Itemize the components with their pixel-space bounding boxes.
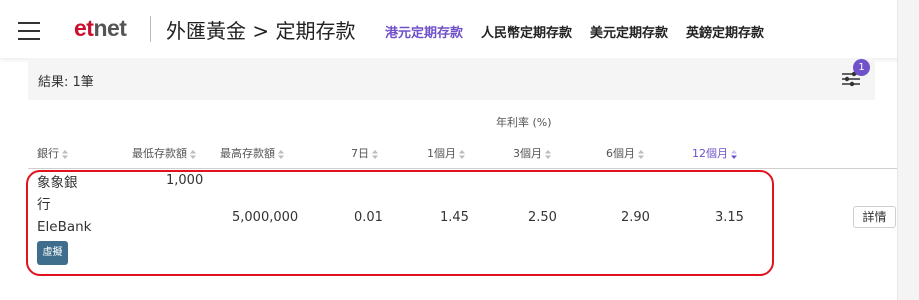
column-header-bank[interactable]: 銀行 (37, 145, 69, 161)
column-header-7-day[interactable]: 7日 (351, 145, 379, 161)
sort-desc-icon (731, 149, 737, 159)
column-header-label: 1個月 (427, 147, 456, 160)
logo-et: et (74, 15, 94, 41)
column-header-min-deposit[interactable]: 最低存款額 (132, 145, 197, 161)
column-header-3-month[interactable]: 3個月 (513, 145, 552, 161)
sort-icon (545, 149, 551, 159)
sort-icon (190, 149, 196, 159)
filter-count-badge: 1 (853, 59, 870, 76)
results-bar: 結果: 1筆 (28, 58, 875, 100)
sort-icon (62, 149, 68, 159)
tab-hkd-deposit[interactable]: 港元定期存款 (385, 22, 463, 41)
sort-icon (278, 149, 284, 159)
etnet-logo[interactable]: etnet (74, 15, 127, 42)
column-header-label: 12個月 (692, 147, 728, 160)
column-header-label: 7日 (351, 147, 369, 160)
hamburger-menu-icon[interactable] (18, 22, 40, 40)
scrollbar-track[interactable] (897, 0, 919, 300)
column-header-label: 銀行 (37, 147, 59, 160)
top-header: etnet 外匯黃金 > 定期存款 港元定期存款 人民幣定期存款 美元定期存款 … (0, 0, 919, 58)
column-header-label: 最低存款額 (132, 147, 187, 160)
tab-usd-deposit[interactable]: 美元定期存款 (590, 22, 668, 41)
column-header-label: 3個月 (513, 147, 542, 160)
sort-icon (459, 149, 465, 159)
results-count: 結果: 1筆 (38, 75, 94, 90)
header-divider (150, 16, 151, 42)
column-header-label: 最高存款額 (220, 147, 275, 160)
column-header-6-month[interactable]: 6個月 (606, 145, 645, 161)
annual-rate-header: 年利率 (%) (496, 116, 552, 129)
details-button[interactable]: 詳情 (853, 206, 896, 228)
currency-tabs: 港元定期存款 人民幣定期存款 美元定期存款 英鎊定期存款 (385, 22, 764, 41)
section-title: 外匯黃金 > 定期存款 (166, 19, 356, 43)
column-header-1-month[interactable]: 1個月 (427, 145, 466, 161)
tab-gbp-deposit[interactable]: 英鎊定期存款 (686, 22, 764, 41)
sort-icon (638, 149, 644, 159)
column-header-max-deposit[interactable]: 最高存款額 (220, 145, 285, 161)
sort-icon (372, 149, 378, 159)
logo-net: net (93, 15, 127, 41)
column-header-label: 6個月 (606, 147, 635, 160)
tab-rmb-deposit[interactable]: 人民幣定期存款 (481, 22, 572, 41)
header-divider-line (28, 168, 897, 169)
highlight-annotation (26, 170, 774, 276)
column-header-12-month[interactable]: 12個月 (692, 145, 738, 161)
